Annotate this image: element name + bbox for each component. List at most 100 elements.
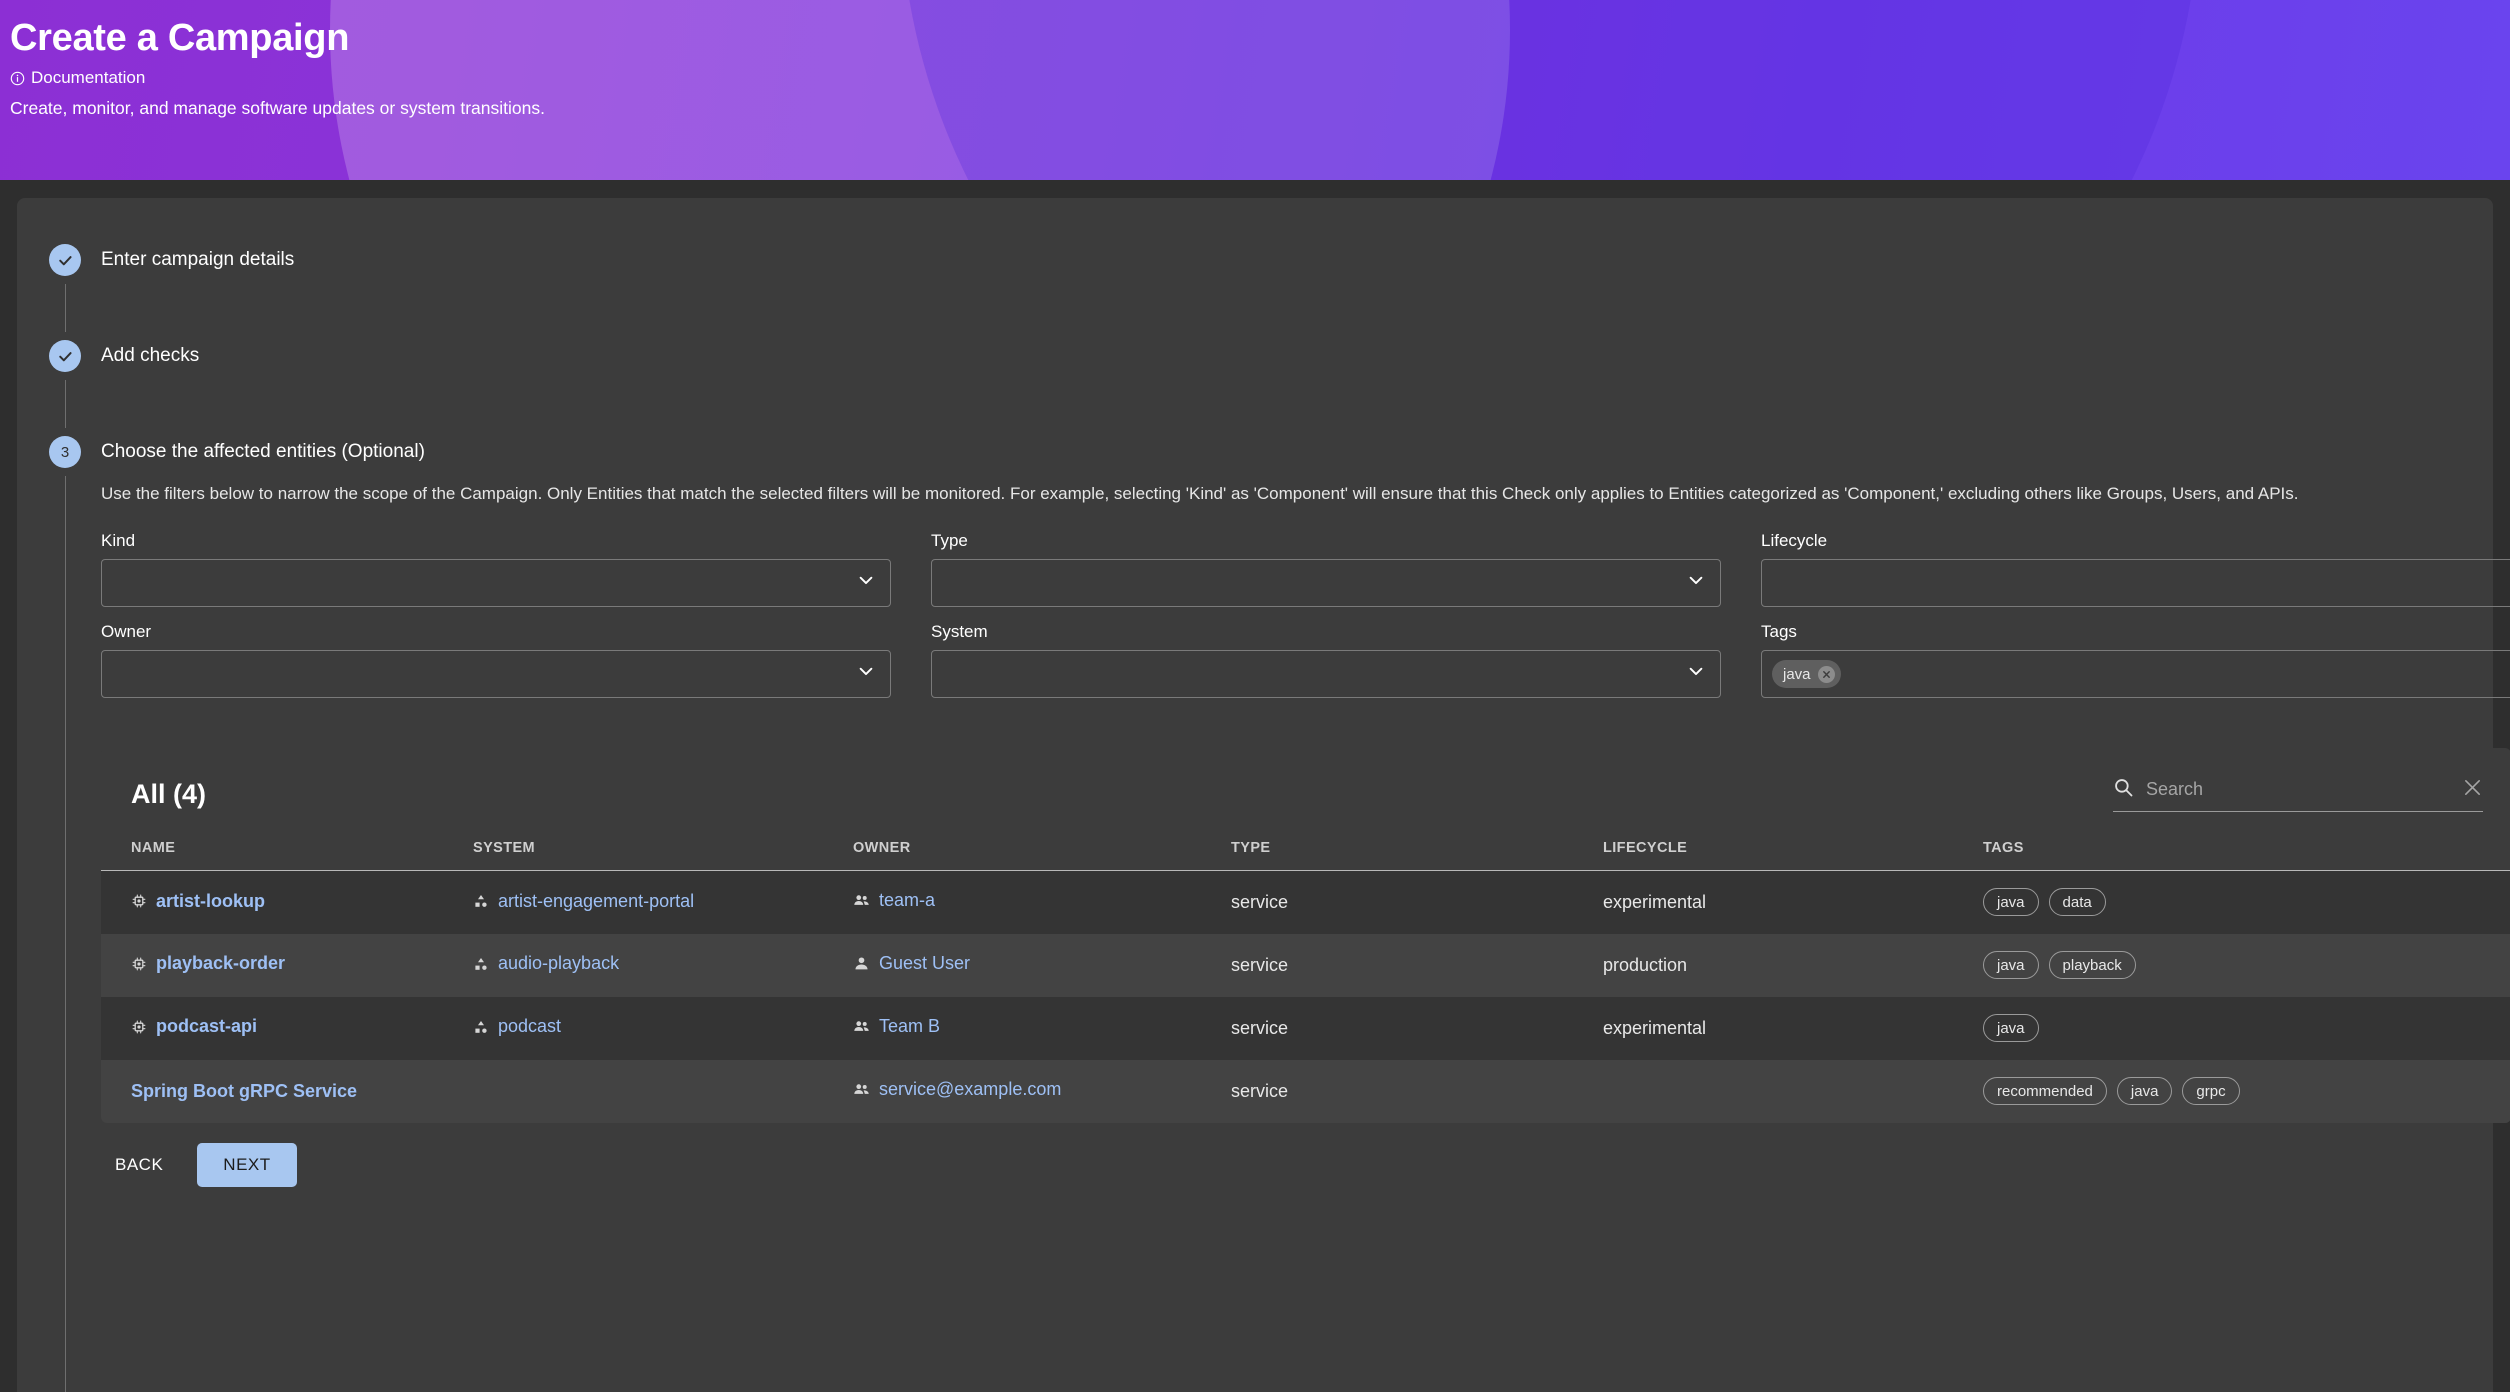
tag-chip[interactable]: java — [1983, 951, 2039, 979]
cell-system — [473, 1060, 853, 1123]
cell-lifecycle — [1603, 1060, 1983, 1123]
group-icon — [853, 1081, 870, 1098]
cell-lifecycle: experimental — [1603, 1017, 1707, 1038]
entity-name-link[interactable]: playback-order — [131, 953, 285, 974]
documentation-link-label: Documentation — [31, 68, 146, 87]
entity-system-link[interactable]: podcast — [473, 1016, 561, 1037]
column-header-system[interactable]: SYSTEM — [473, 840, 853, 871]
filter-owner-label: Owner — [101, 622, 152, 641]
step-3-description: Use the filters below to narrow the scop… — [101, 484, 2299, 503]
filter-kind-label: Kind — [101, 531, 136, 550]
entity-system-link[interactable]: audio-playback — [473, 953, 619, 974]
cell-owner: Team B — [853, 997, 1231, 1060]
entity-owner-link[interactable]: Guest User — [853, 953, 970, 974]
filter-kind-select[interactable] — [101, 559, 891, 607]
stepper-step-1[interactable]: Enter campaign details — [49, 244, 2493, 340]
table-row[interactable]: podcast-api podcast Team B service experimen… — [101, 996, 2510, 1060]
filter-tags-select[interactable]: java — [1761, 650, 2510, 698]
step-3-number-badge: 3 — [49, 436, 81, 468]
cell-name: podcast-api — [101, 997, 473, 1060]
search-input[interactable] — [2146, 779, 2450, 800]
step-1-check-icon — [49, 244, 81, 276]
back-button[interactable]: BACK — [101, 1144, 177, 1186]
system-icon — [473, 893, 489, 909]
cell-type: service — [1231, 1080, 1289, 1101]
tag-chip[interactable]: playback — [2048, 951, 2136, 979]
filter-type-select[interactable] — [931, 559, 1721, 607]
page-banner: Create a Campaign Documentation Create, … — [0, 0, 2510, 180]
table-row[interactable]: artist-lookup artist-engagement-portal tea… — [101, 870, 2510, 934]
chevron-down-icon[interactable] — [856, 571, 876, 596]
selected-tag-chip[interactable]: java — [1772, 660, 1841, 688]
tag-list: java — [1983, 1014, 2510, 1042]
tag-chip[interactable]: java — [1983, 1014, 2039, 1042]
table-row[interactable]: Spring Boot gRPC Service service@example.… — [101, 1059, 2510, 1123]
filter-type: Type — [931, 530, 1721, 607]
stepper-step-3[interactable]: 3 Choose the affected entities (Optional… — [49, 436, 2510, 1392]
entity-system-label: artist-engagement-portal — [498, 890, 695, 911]
filter-lifecycle-select[interactable] — [1761, 559, 2510, 607]
entity-owner-link[interactable]: Team B — [853, 1016, 940, 1037]
entity-system-label: audio-playback — [498, 953, 620, 974]
step-2-check-icon — [49, 340, 81, 372]
tag-list: recommended java grpc — [1983, 1077, 2510, 1105]
filter-lifecycle-label: Lifecycle — [1761, 531, 1828, 550]
cell-system: podcast — [473, 997, 853, 1060]
tag-chip[interactable]: java — [1983, 888, 2039, 917]
column-header-lifecycle[interactable]: LIFECYCLE — [1603, 840, 1983, 871]
step-1-connector — [65, 284, 66, 332]
step-2-label: Add checks — [101, 345, 200, 366]
remove-tag-icon[interactable] — [1817, 665, 1835, 683]
cell-owner: team-a — [853, 871, 1231, 934]
entity-owner-label: service@example.com — [879, 1079, 1062, 1099]
page-subtitle: Create, monitor, and manage software upd… — [10, 98, 545, 118]
filter-lifecycle: Lifecycle — [1761, 530, 2510, 607]
tag-chip[interactable]: data — [2048, 888, 2106, 917]
info-icon — [10, 71, 25, 86]
entities-table: NAME SYSTEM OWNER TYPE LIFECYCLE TAGS ar… — [101, 840, 2510, 1123]
filter-owner-select[interactable] — [101, 650, 891, 698]
entity-name-link[interactable]: artist-lookup — [131, 891, 265, 912]
column-header-name[interactable]: NAME — [101, 840, 473, 871]
entities-table-panel: All (4) Search NAME SYSTEM OWNER TYPE LI… — [101, 748, 2510, 1123]
chevron-down-icon[interactable] — [856, 662, 876, 687]
filter-system: System — [931, 621, 1721, 698]
chevron-down-icon[interactable] — [1686, 571, 1706, 596]
tag-chip[interactable]: grpc — [2182, 1077, 2240, 1105]
tag-chip[interactable]: java — [2116, 1077, 2173, 1105]
cell-system: audio-playback — [473, 934, 853, 997]
step-3-connector — [65, 476, 66, 1392]
entity-filters: Kind Type Lifecycle Owner System Tags ja… — [101, 530, 2510, 698]
step-1-label: Enter campaign details — [101, 249, 295, 270]
step-2-connector — [65, 380, 66, 428]
system-icon — [473, 956, 489, 972]
documentation-link[interactable]: Documentation — [10, 67, 145, 89]
wizard-card: Enter campaign details Add checks 3 Choo… — [17, 198, 2510, 1392]
table-row[interactable]: playback-order audio-playback Guest User se… — [101, 933, 2510, 997]
search-field[interactable] — [2113, 777, 2483, 812]
cell-type: service — [1231, 891, 1289, 912]
cell-name: playback-order — [101, 934, 473, 997]
person-icon — [853, 955, 870, 972]
column-header-tags[interactable]: TAGS — [1983, 840, 2510, 871]
entity-name-link[interactable]: podcast-api — [131, 1016, 257, 1037]
chevron-down-icon[interactable] — [1686, 662, 1706, 687]
stepper-step-2[interactable]: Add checks — [49, 340, 2493, 436]
filter-system-select[interactable] — [931, 650, 1721, 698]
column-header-type[interactable]: TYPE — [1231, 840, 1603, 871]
column-header-owner[interactable]: OWNER — [853, 840, 1231, 871]
tag-chip[interactable]: recommended — [1983, 1077, 2107, 1105]
entity-name-label: podcast-api — [156, 1016, 258, 1037]
group-icon — [853, 892, 870, 909]
entity-system-link[interactable]: artist-engagement-portal — [473, 891, 694, 912]
cell-owner: service@example.com — [853, 1060, 1231, 1123]
clear-search-icon[interactable] — [2462, 777, 2483, 803]
filter-system-label: System — [931, 622, 988, 641]
next-button[interactable]: NEXT — [197, 1142, 297, 1187]
entity-name-label: Spring Boot gRPC Service — [131, 1080, 358, 1101]
entity-owner-link[interactable]: team-a — [853, 890, 935, 911]
entity-name-link[interactable]: Spring Boot gRPC Service — [131, 1081, 357, 1102]
entity-owner-link[interactable]: service@example.com — [853, 1079, 1061, 1100]
cell-tags: recommended java grpc — [1983, 1060, 2510, 1123]
system-icon — [473, 1019, 489, 1035]
